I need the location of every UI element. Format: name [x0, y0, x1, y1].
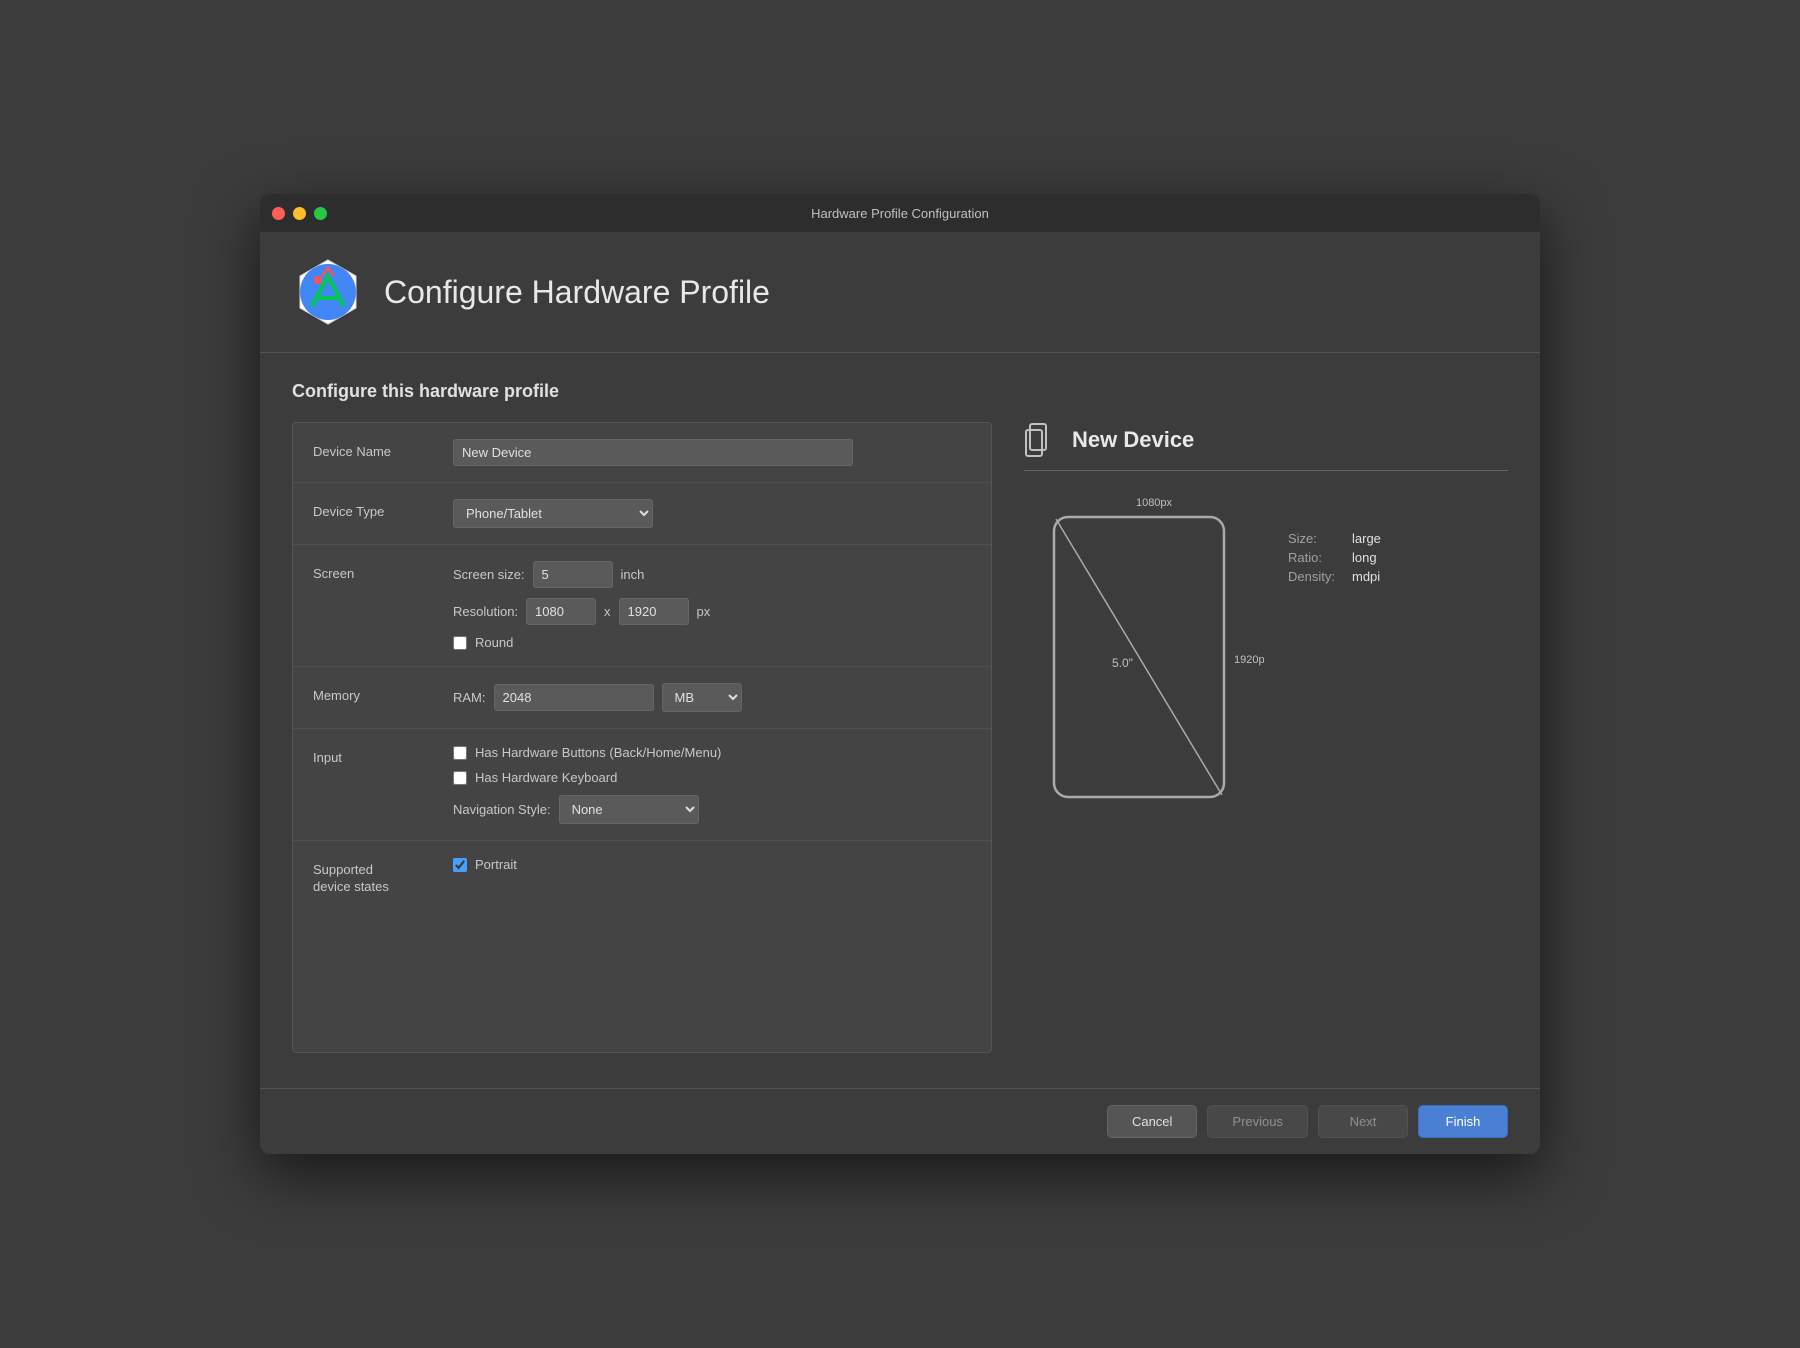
- nav-style-row: Navigation Style: None D-pad Trackball W…: [453, 795, 971, 824]
- title-bar: Hardware Profile Configuration: [260, 194, 1540, 232]
- screen-size-label: Screen size:: [453, 567, 525, 582]
- memory-label: Memory: [313, 683, 453, 703]
- ratio-spec-val: long: [1352, 550, 1377, 565]
- preview-content: 1080px 5.0" 1920px: [1024, 491, 1508, 840]
- specs-panel: Size: large Ratio: long Density: mdpi: [1288, 531, 1381, 584]
- supported-states-label: Supporteddevice states: [313, 857, 453, 896]
- window-title: Hardware Profile Configuration: [811, 206, 989, 221]
- portrait-checkbox[interactable]: [453, 858, 467, 872]
- finish-button[interactable]: Finish: [1418, 1105, 1508, 1138]
- svg-text:5.0": 5.0": [1112, 656, 1133, 670]
- screen-size-unit: inch: [621, 567, 645, 582]
- footer: Cancel Previous Next Finish: [260, 1088, 1540, 1154]
- minimize-button[interactable]: [293, 207, 306, 220]
- preview-header: New Device: [1024, 422, 1508, 471]
- device-name-input[interactable]: [453, 439, 853, 466]
- round-row: Round: [453, 635, 971, 650]
- ram-label: RAM:: [453, 690, 486, 705]
- ratio-spec: Ratio: long: [1288, 550, 1381, 565]
- supported-states-controls: Portrait: [453, 857, 971, 872]
- resolution-y-input[interactable]: [619, 598, 689, 625]
- hw-buttons-row: Has Hardware Buttons (Back/Home/Menu): [453, 745, 971, 760]
- ram-row: RAM: MB GB: [453, 683, 971, 712]
- size-spec-val: large: [1352, 531, 1381, 546]
- hw-keyboard-label[interactable]: Has Hardware Keyboard: [475, 770, 617, 785]
- hw-keyboard-checkbox[interactable]: [453, 771, 467, 785]
- ratio-spec-key: Ratio:: [1288, 550, 1344, 565]
- svg-text:1920px: 1920px: [1234, 654, 1264, 666]
- previous-button[interactable]: Previous: [1207, 1105, 1308, 1138]
- hw-buttons-checkbox[interactable]: [453, 746, 467, 760]
- ram-unit-select[interactable]: MB GB: [662, 683, 742, 712]
- screen-size-row: Screen size: inch: [453, 561, 971, 588]
- portrait-row: Portrait: [453, 857, 971, 872]
- form-panel: Device Name Device Type Phone/Tablet Wea…: [292, 422, 992, 1053]
- close-button[interactable]: [272, 207, 285, 220]
- supported-states-row: Supporteddevice states Portrait: [293, 841, 991, 912]
- main-layout: Device Name Device Type Phone/Tablet Wea…: [292, 422, 1508, 1053]
- density-spec: Density: mdpi: [1288, 569, 1381, 584]
- input-row: Input Has Hardware Buttons (Back/Home/Me…: [293, 729, 991, 841]
- device-type-row: Device Type Phone/Tablet Wear OS Desktop…: [293, 483, 991, 545]
- screen-size-input[interactable]: [533, 561, 613, 588]
- resolution-label: Resolution:: [453, 604, 518, 619]
- app-header: Configure Hardware Profile: [260, 232, 1540, 353]
- width-dimension-label: 1080px: [1136, 497, 1172, 509]
- page-title: Configure Hardware Profile: [384, 274, 770, 311]
- maximize-button[interactable]: [314, 207, 327, 220]
- round-checkbox[interactable]: [453, 636, 467, 650]
- next-button[interactable]: Next: [1318, 1105, 1408, 1138]
- density-spec-val: mdpi: [1352, 569, 1380, 584]
- app-icon: [292, 256, 364, 328]
- size-spec: Size: large: [1288, 531, 1381, 546]
- resolution-row: Resolution: x px: [453, 598, 971, 625]
- screen-row: Screen Screen size: inch Resolution: x: [293, 545, 991, 667]
- device-type-label: Device Type: [313, 499, 453, 519]
- device-type-controls: Phone/Tablet Wear OS Desktop TV Automoti…: [453, 499, 971, 528]
- preview-device-icon: [1024, 422, 1060, 458]
- density-spec-key: Density:: [1288, 569, 1344, 584]
- screen-label: Screen: [313, 561, 453, 581]
- hw-buttons-label[interactable]: Has Hardware Buttons (Back/Home/Menu): [475, 745, 721, 760]
- round-label[interactable]: Round: [475, 635, 513, 650]
- memory-row: Memory RAM: MB GB: [293, 667, 991, 729]
- resolution-sep: x: [604, 604, 611, 619]
- device-type-select[interactable]: Phone/Tablet Wear OS Desktop TV Automoti…: [453, 499, 653, 528]
- size-spec-key: Size:: [1288, 531, 1344, 546]
- phone-diagram: 1080px 5.0" 1920px: [1044, 515, 1264, 840]
- portrait-label[interactable]: Portrait: [475, 857, 517, 872]
- resolution-unit: px: [697, 604, 711, 619]
- traffic-lights: [272, 207, 327, 220]
- device-name-row: Device Name: [293, 423, 991, 483]
- hw-keyboard-row: Has Hardware Keyboard: [453, 770, 971, 785]
- input-controls: Has Hardware Buttons (Back/Home/Menu) Ha…: [453, 745, 971, 824]
- input-label: Input: [313, 745, 453, 765]
- nav-style-select[interactable]: None D-pad Trackball Wheel: [559, 795, 699, 824]
- preview-panel: New Device 1080px 5: [1024, 422, 1508, 1053]
- cancel-button[interactable]: Cancel: [1107, 1105, 1197, 1138]
- nav-style-label: Navigation Style:: [453, 802, 551, 817]
- content-area: Configure this hardware profile Device N…: [260, 353, 1540, 1088]
- memory-controls: RAM: MB GB: [453, 683, 971, 712]
- preview-device-name: New Device: [1072, 427, 1194, 453]
- main-window: Hardware Profile Configuration Configure…: [260, 194, 1540, 1154]
- resolution-x-input[interactable]: [526, 598, 596, 625]
- section-heading: Configure this hardware profile: [292, 381, 1508, 402]
- phone-frame-svg: 5.0" 1920px: [1044, 515, 1264, 835]
- screen-controls: Screen size: inch Resolution: x px: [453, 561, 971, 650]
- ram-input[interactable]: [494, 684, 654, 711]
- device-name-controls: [453, 439, 971, 466]
- device-name-label: Device Name: [313, 439, 453, 459]
